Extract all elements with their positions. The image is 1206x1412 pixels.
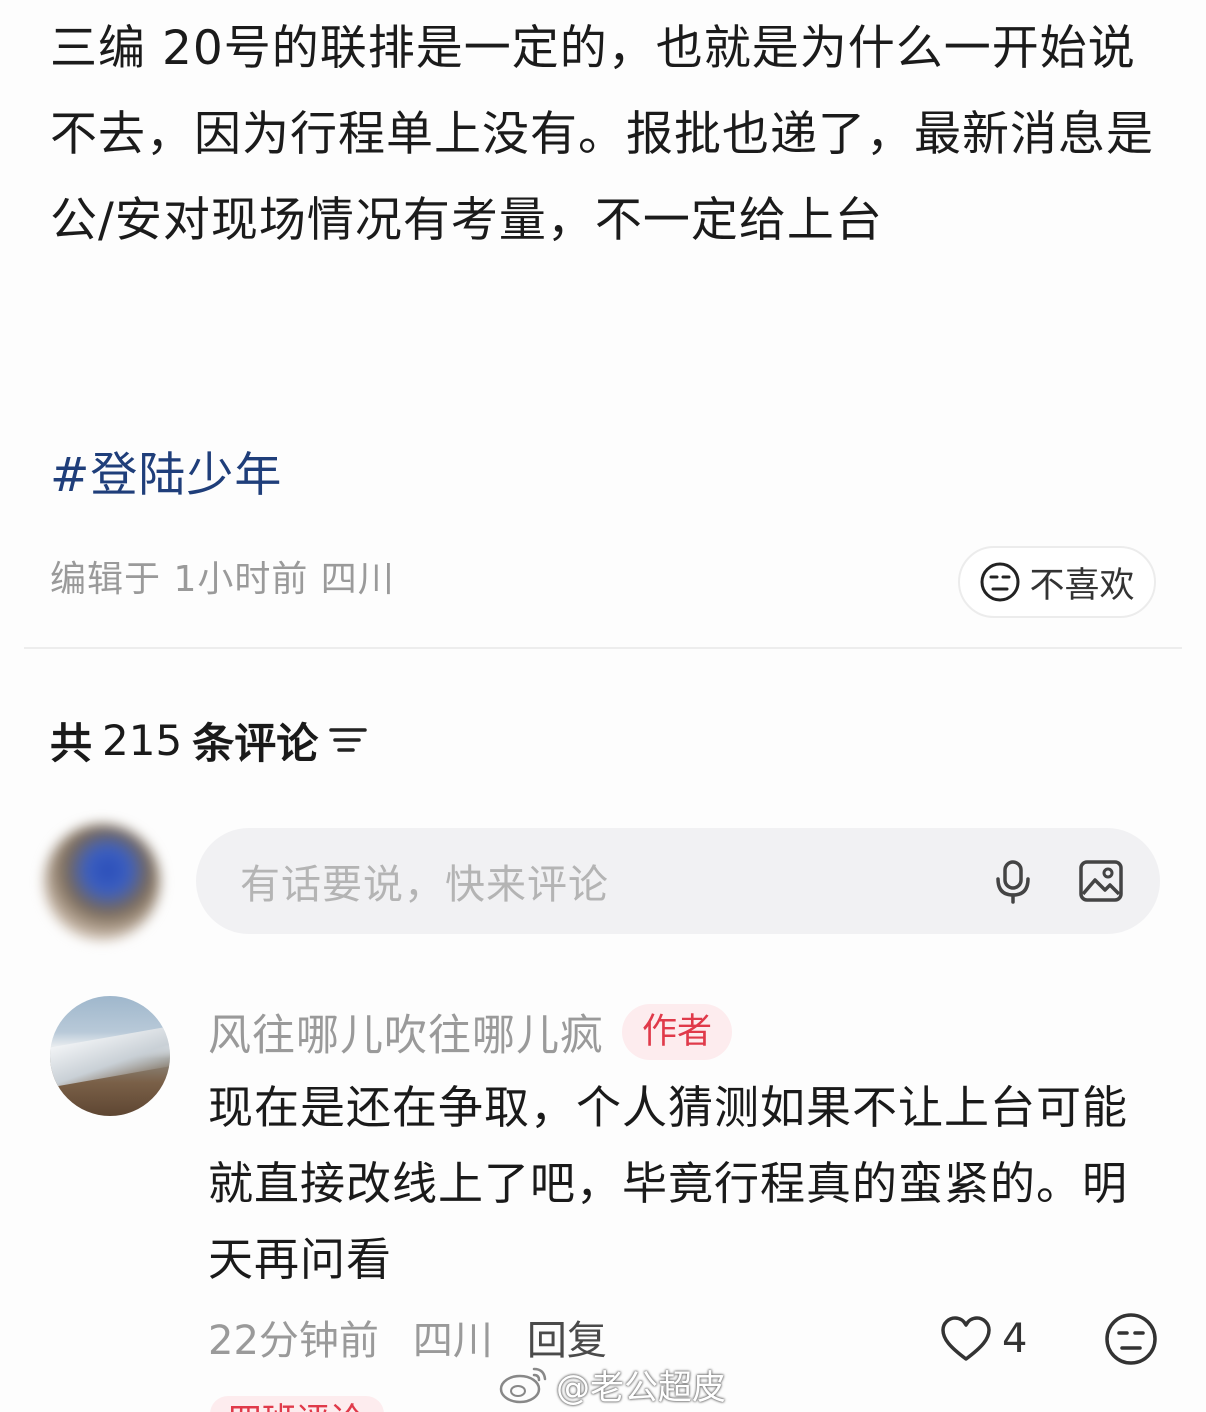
post-body-text: 三编 20号的联排是一定的，也就是为什么一开始说不去，因为行程单上没有。报批也递… [50, 21, 1154, 248]
section-divider [24, 647, 1182, 649]
like-count: 4 [1002, 1316, 1028, 1362]
dislike-button[interactable]: 不喜欢 [958, 546, 1156, 618]
weibo-logo-icon [499, 1367, 547, 1404]
comment-time: 22分钟前 [208, 1318, 379, 1364]
image-icon[interactable] [1072, 852, 1130, 910]
microphone-icon[interactable] [984, 852, 1042, 910]
comments-count: 215 [102, 715, 183, 765]
sort-icon[interactable] [328, 716, 368, 765]
comment-dislike-button[interactable] [1104, 1312, 1158, 1366]
like-button[interactable]: 4 [940, 1310, 1027, 1368]
comment-input-placeholder: 有话要说，快来评论 [240, 862, 609, 908]
comments-header-suffix: 条评论 [192, 718, 319, 768]
comment-author-name[interactable]: 风往哪儿吹往哪儿疯 [208, 1001, 604, 1063]
author-badge: 作者 [622, 1004, 733, 1060]
watermark: @老公超皮 [498, 1358, 726, 1410]
heart-outline-icon [941, 1316, 991, 1361]
neutral-face-icon [980, 562, 1020, 602]
next-comment-badge: 四班评论 [210, 1396, 384, 1412]
comment-input[interactable]: 有话要说，快来评论 [196, 828, 1160, 934]
comments-header-prefix: 共 [50, 718, 93, 768]
post-meta: 编辑于 1小时前 四川 [50, 559, 395, 600]
watermark-text: @老公超皮 [556, 1367, 726, 1408]
comment-text: 现在是还在争取，个人猜测如果不让上台可能就直接改线上了吧，毕竟行程真的蛮紧的。明… [208, 1081, 1129, 1286]
comment-author-row: 风往哪儿吹往哪儿疯 作者 [208, 1000, 733, 1064]
comment-location: 四川 [412, 1318, 493, 1364]
neutral-face-icon [1105, 1313, 1157, 1365]
avatar-mountain-ridge [50, 1022, 170, 1090]
hashtag-link[interactable]: #登陆少年 [50, 438, 282, 514]
current-user-avatar[interactable] [44, 824, 160, 940]
dislike-label: 不喜欢 [1029, 565, 1135, 606]
comments-header: 共 215 条评论 [50, 708, 368, 772]
commenter-avatar[interactable] [50, 996, 170, 1116]
